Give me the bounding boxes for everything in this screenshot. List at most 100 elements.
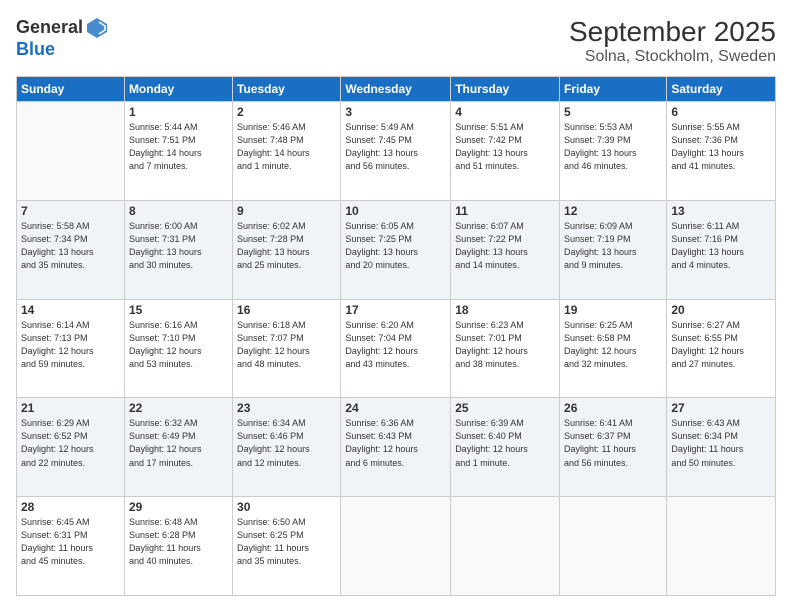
day-number: 3 — [345, 105, 446, 119]
day-number: 22 — [129, 401, 228, 415]
cell-info: Sunrise: 6:29 AMSunset: 6:52 PMDaylight:… — [21, 417, 120, 469]
calendar: SundayMondayTuesdayWednesdayThursdayFrid… — [16, 76, 776, 596]
day-number: 17 — [345, 303, 446, 317]
calendar-cell — [667, 497, 776, 596]
calendar-cell: 8 Sunrise: 6:00 AMSunset: 7:31 PMDaylight… — [124, 200, 232, 299]
cell-info: Sunrise: 5:58 AMSunset: 7:34 PMDaylight:… — [21, 220, 120, 272]
cell-info: Sunrise: 6:36 AMSunset: 6:43 PMDaylight:… — [345, 417, 446, 469]
cell-info: Sunrise: 6:27 AMSunset: 6:55 PMDaylight:… — [671, 319, 771, 371]
calendar-cell: 4 Sunrise: 5:51 AMSunset: 7:42 PMDaylight… — [451, 102, 560, 201]
day-number: 23 — [237, 401, 336, 415]
day-number: 30 — [237, 500, 336, 514]
calendar-header-row: SundayMondayTuesdayWednesdayThursdayFrid… — [17, 77, 776, 102]
month-title: September 2025 — [569, 16, 776, 48]
header: General Blue September 2025 Solna, Stock… — [16, 16, 776, 66]
cell-info: Sunrise: 6:48 AMSunset: 6:28 PMDaylight:… — [129, 516, 228, 568]
week-row-4: 21Sunrise: 6:29 AMSunset: 6:52 PMDayligh… — [17, 398, 776, 497]
day-number: 4 — [455, 105, 555, 119]
cell-info: Sunrise: 6:18 AMSunset: 7:07 PMDaylight:… — [237, 319, 336, 371]
day-number: 24 — [345, 401, 446, 415]
calendar-cell: 15 Sunrise: 6:16 AMSunset: 7:10 PMDayligh… — [124, 299, 232, 398]
week-row-5: 28Sunrise: 6:45 AMSunset: 6:31 PMDayligh… — [17, 497, 776, 596]
calendar-cell: 23 Sunrise: 6:34 AMSunset: 6:46 PMDayligh… — [233, 398, 341, 497]
week-row-1: 1 Sunrise: 5:44 AMSunset: 7:51 PMDaylight… — [17, 102, 776, 201]
cell-info: Sunrise: 6:05 AMSunset: 7:25 PMDaylight:… — [345, 220, 446, 272]
cell-info: Sunrise: 5:51 AMSunset: 7:42 PMDaylight:… — [455, 121, 555, 173]
calendar-cell — [560, 497, 667, 596]
calendar-cell: 27 Sunrise: 6:43 AMSunset: 6:34 PMDayligh… — [667, 398, 776, 497]
calendar-cell: 17 Sunrise: 6:20 AMSunset: 7:04 PMDayligh… — [341, 299, 451, 398]
calendar-cell: 25 Sunrise: 6:39 AMSunset: 6:40 PMDayligh… — [451, 398, 560, 497]
calendar-cell: 2 Sunrise: 5:46 AMSunset: 7:48 PMDaylight… — [233, 102, 341, 201]
day-number: 29 — [129, 500, 228, 514]
calendar-cell: 28Sunrise: 6:45 AMSunset: 6:31 PMDayligh… — [17, 497, 125, 596]
day-number: 12 — [564, 204, 662, 218]
calendar-cell: 29 Sunrise: 6:48 AMSunset: 6:28 PMDayligh… — [124, 497, 232, 596]
calendar-cell: 1 Sunrise: 5:44 AMSunset: 7:51 PMDaylight… — [124, 102, 232, 201]
day-number: 18 — [455, 303, 555, 317]
location-title: Solna, Stockholm, Sweden — [569, 48, 776, 66]
cell-info: Sunrise: 6:11 AMSunset: 7:16 PMDaylight:… — [671, 220, 771, 272]
day-number: 14 — [21, 303, 120, 317]
cell-info: Sunrise: 6:34 AMSunset: 6:46 PMDaylight:… — [237, 417, 336, 469]
day-header-tuesday: Tuesday — [233, 77, 341, 102]
calendar-cell — [341, 497, 451, 596]
day-number: 27 — [671, 401, 771, 415]
cell-info: Sunrise: 5:53 AMSunset: 7:39 PMDaylight:… — [564, 121, 662, 173]
calendar-cell: 9 Sunrise: 6:02 AMSunset: 7:28 PMDaylight… — [233, 200, 341, 299]
day-number: 25 — [455, 401, 555, 415]
cell-info: Sunrise: 6:23 AMSunset: 7:01 PMDaylight:… — [455, 319, 555, 371]
cell-info: Sunrise: 5:44 AMSunset: 7:51 PMDaylight:… — [129, 121, 228, 173]
cell-info: Sunrise: 6:16 AMSunset: 7:10 PMDaylight:… — [129, 319, 228, 371]
day-number: 1 — [129, 105, 228, 119]
cell-info: Sunrise: 6:41 AMSunset: 6:37 PMDaylight:… — [564, 417, 662, 469]
calendar-cell: 21Sunrise: 6:29 AMSunset: 6:52 PMDayligh… — [17, 398, 125, 497]
cell-info: Sunrise: 6:00 AMSunset: 7:31 PMDaylight:… — [129, 220, 228, 272]
cell-info: Sunrise: 6:25 AMSunset: 6:58 PMDaylight:… — [564, 319, 662, 371]
calendar-cell: 12 Sunrise: 6:09 AMSunset: 7:19 PMDayligh… — [560, 200, 667, 299]
calendar-cell: 26 Sunrise: 6:41 AMSunset: 6:37 PMDayligh… — [560, 398, 667, 497]
logo-icon — [85, 16, 109, 40]
cell-info: Sunrise: 6:39 AMSunset: 6:40 PMDaylight:… — [455, 417, 555, 469]
cell-info: Sunrise: 6:45 AMSunset: 6:31 PMDaylight:… — [21, 516, 120, 568]
calendar-cell: 3Sunrise: 5:49 AMSunset: 7:45 PMDaylight… — [341, 102, 451, 201]
day-number: 13 — [671, 204, 771, 218]
cell-info: Sunrise: 6:09 AMSunset: 7:19 PMDaylight:… — [564, 220, 662, 272]
day-number: 7 — [21, 204, 120, 218]
calendar-cell: 14 Sunrise: 6:14 AMSunset: 7:13 PMDayligh… — [17, 299, 125, 398]
day-number: 10 — [345, 204, 446, 218]
day-header-saturday: Saturday — [667, 77, 776, 102]
calendar-cell: 6Sunrise: 5:55 AMSunset: 7:36 PMDaylight… — [667, 102, 776, 201]
week-row-3: 14 Sunrise: 6:14 AMSunset: 7:13 PMDayligh… — [17, 299, 776, 398]
calendar-cell: 18 Sunrise: 6:23 AMSunset: 7:01 PMDayligh… — [451, 299, 560, 398]
calendar-cell: 5 Sunrise: 5:53 AMSunset: 7:39 PMDaylight… — [560, 102, 667, 201]
day-header-monday: Monday — [124, 77, 232, 102]
logo: General Blue — [16, 16, 109, 60]
calendar-cell: 16 Sunrise: 6:18 AMSunset: 7:07 PMDayligh… — [233, 299, 341, 398]
day-number: 9 — [237, 204, 336, 218]
cell-info: Sunrise: 6:32 AMSunset: 6:49 PMDaylight:… — [129, 417, 228, 469]
day-number: 26 — [564, 401, 662, 415]
cell-info: Sunrise: 5:46 AMSunset: 7:48 PMDaylight:… — [237, 121, 336, 173]
calendar-cell: 10 Sunrise: 6:05 AMSunset: 7:25 PMDayligh… — [341, 200, 451, 299]
day-number: 19 — [564, 303, 662, 317]
title-section: September 2025 Solna, Stockholm, Sweden — [569, 16, 776, 66]
calendar-cell: 19 Sunrise: 6:25 AMSunset: 6:58 PMDayligh… — [560, 299, 667, 398]
day-header-sunday: Sunday — [17, 77, 125, 102]
logo-general: General — [16, 18, 83, 38]
day-number: 2 — [237, 105, 336, 119]
calendar-cell: 24 Sunrise: 6:36 AMSunset: 6:43 PMDayligh… — [341, 398, 451, 497]
page: General Blue September 2025 Solna, Stock… — [0, 0, 792, 612]
cell-info: Sunrise: 6:14 AMSunset: 7:13 PMDaylight:… — [21, 319, 120, 371]
day-number: 5 — [564, 105, 662, 119]
day-number: 8 — [129, 204, 228, 218]
day-number: 15 — [129, 303, 228, 317]
day-number: 11 — [455, 204, 555, 218]
cell-info: Sunrise: 6:43 AMSunset: 6:34 PMDaylight:… — [671, 417, 771, 469]
week-row-2: 7 Sunrise: 5:58 AMSunset: 7:34 PMDaylight… — [17, 200, 776, 299]
calendar-cell: 7 Sunrise: 5:58 AMSunset: 7:34 PMDaylight… — [17, 200, 125, 299]
logo-blue: Blue — [16, 40, 109, 60]
day-number: 16 — [237, 303, 336, 317]
cell-info: Sunrise: 6:02 AMSunset: 7:28 PMDaylight:… — [237, 220, 336, 272]
cell-info: Sunrise: 6:20 AMSunset: 7:04 PMDaylight:… — [345, 319, 446, 371]
